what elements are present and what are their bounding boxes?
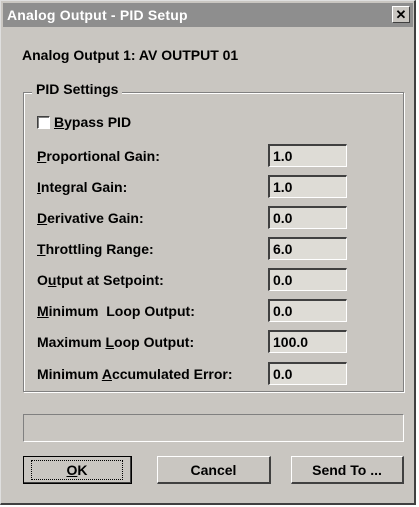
bypass-pid-row[interactable]: Bypass PID bbox=[37, 114, 131, 130]
send-to-label: Send To ... bbox=[312, 461, 382, 478]
output-at-setpoint-input[interactable]: 0.0 bbox=[268, 268, 347, 291]
integral-gain-input[interactable]: 1.0 bbox=[268, 175, 347, 198]
integral-gain-label: Integral Gain: bbox=[37, 179, 127, 195]
close-button[interactable]: ✕ bbox=[392, 6, 410, 23]
maximum-loop-output-label-text: oop Output: bbox=[114, 334, 195, 350]
minimum-accumulated-error-label-text: ccumulated Error: bbox=[111, 366, 233, 382]
integral-gain-label-text: ntegral Gain: bbox=[40, 179, 128, 195]
derivative-gain-label-text: erivative Gain: bbox=[47, 210, 144, 226]
bypass-pid-checkbox[interactable] bbox=[37, 115, 50, 129]
maximum-loop-output-prefix: Maximum bbox=[37, 334, 106, 350]
throttling-range-label-text: hrottling Range: bbox=[45, 241, 154, 257]
send-to-button[interactable]: Send To ... bbox=[291, 456, 404, 484]
bypass-pid-mnemonic: B bbox=[54, 114, 65, 130]
ok-button[interactable]: OK bbox=[23, 456, 132, 484]
minimum-accumulated-error-input[interactable]: 0.0 bbox=[268, 362, 347, 385]
derivative-gain-input[interactable]: 0.0 bbox=[268, 206, 347, 229]
window-title: Analog Output - PID Setup bbox=[7, 7, 188, 23]
proportional-gain-label: Proportional Gain: bbox=[37, 148, 160, 164]
output-at-setpoint-label-text: tput at Setpoint: bbox=[56, 272, 164, 288]
proportional-gain-input[interactable]: 1.0 bbox=[268, 144, 347, 167]
pid-settings-title: PID Settings bbox=[32, 81, 123, 97]
cancel-button[interactable]: Cancel bbox=[157, 456, 271, 484]
maximum-loop-output-input[interactable]: 100.0 bbox=[268, 330, 347, 353]
output-at-setpoint-prefix: O bbox=[37, 272, 48, 288]
title-bar[interactable]: Analog Output - PID Setup ✕ bbox=[3, 3, 413, 27]
maximum-loop-output-mnemonic: L bbox=[105, 334, 115, 350]
maximum-loop-output-label: Maximum Loop Output: bbox=[37, 334, 194, 350]
minimum-accumulated-error-mnemonic: A bbox=[101, 366, 112, 382]
minimum-loop-output-label: Minimum Loop Output: bbox=[37, 303, 195, 319]
proportional-gain-mnemonic: P bbox=[37, 148, 47, 164]
throttling-range-input[interactable]: 6.0 bbox=[268, 237, 347, 260]
output-name-label: Analog Output 1: AV OUTPUT 01 bbox=[22, 47, 239, 63]
minimum-accumulated-error-label: Minimum Accumulated Error: bbox=[37, 366, 233, 382]
minimum-loop-output-label-text: inimum Loop Output: bbox=[48, 303, 195, 319]
cancel-label: Cancel bbox=[190, 461, 237, 478]
ok-label-text: K bbox=[77, 461, 88, 478]
close-icon: ✕ bbox=[395, 7, 407, 22]
minimum-loop-output-input[interactable]: 0.0 bbox=[268, 299, 347, 322]
ok-mnemonic: O bbox=[66, 461, 78, 478]
status-bar bbox=[23, 414, 404, 442]
proportional-gain-label-text: roportional Gain: bbox=[46, 148, 160, 164]
derivative-gain-mnemonic: D bbox=[37, 210, 48, 226]
minimum-loop-output-mnemonic: M bbox=[37, 303, 49, 319]
output-at-setpoint-label: Output at Setpoint: bbox=[37, 272, 164, 288]
bypass-pid-label-text: ypass PID bbox=[64, 114, 132, 130]
derivative-gain-label: Derivative Gain: bbox=[37, 210, 144, 226]
throttling-range-mnemonic: T bbox=[37, 241, 46, 257]
throttling-range-label: Throttling Range: bbox=[37, 241, 154, 257]
bypass-pid-label[interactable]: Bypass PID bbox=[54, 114, 131, 130]
minimum-accumulated-error-prefix: Minimum bbox=[37, 366, 102, 382]
ok-button-focus: OK bbox=[31, 459, 123, 480]
